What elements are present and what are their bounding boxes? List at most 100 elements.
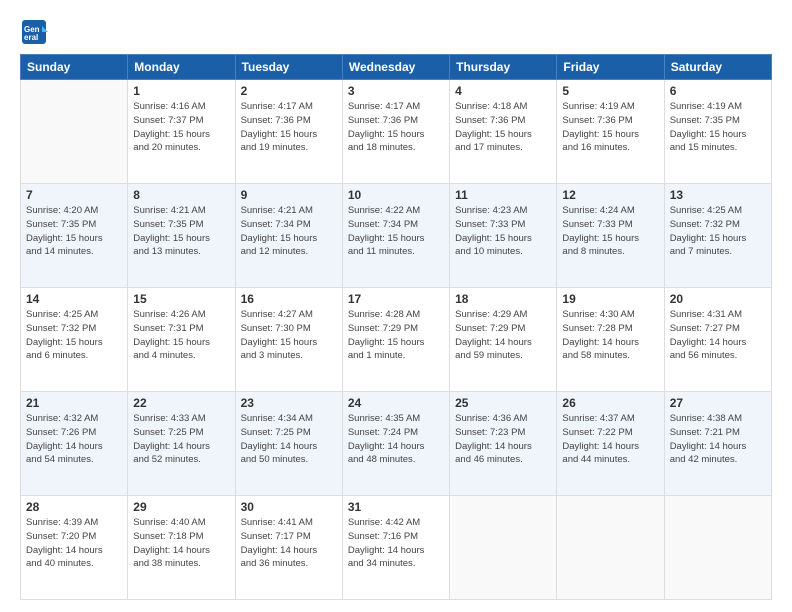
calendar-cell: 16 Sunrise: 4:27 AM Sunset: 7:30 PM Dayli… xyxy=(235,288,342,392)
day-detail: Sunrise: 4:19 AM Sunset: 7:36 PM Dayligh… xyxy=(562,100,658,155)
calendar-cell: 19 Sunrise: 4:30 AM Sunset: 7:28 PM Dayli… xyxy=(557,288,664,392)
calendar-cell: 27 Sunrise: 4:38 AM Sunset: 7:21 PM Dayli… xyxy=(664,392,771,496)
day-number: 23 xyxy=(241,396,337,410)
day-number: 19 xyxy=(562,292,658,306)
day-detail: Sunrise: 4:37 AM Sunset: 7:22 PM Dayligh… xyxy=(562,412,658,467)
day-detail: Sunrise: 4:32 AM Sunset: 7:26 PM Dayligh… xyxy=(26,412,122,467)
day-detail: Sunrise: 4:31 AM Sunset: 7:27 PM Dayligh… xyxy=(670,308,766,363)
calendar-cell: 3 Sunrise: 4:17 AM Sunset: 7:36 PM Daylig… xyxy=(342,80,449,184)
calendar-cell: 22Sunrise: 4:33 AM Sunset: 7:25 PM Dayli… xyxy=(128,392,235,496)
day-number: 27 xyxy=(670,396,766,410)
day-number: 8 xyxy=(133,188,229,202)
calendar-cell: 31 Sunrise: 4:42 AM Sunset: 7:16 PM Dayli… xyxy=(342,496,449,600)
calendar-cell: 14Sunrise: 4:25 AM Sunset: 7:32 PM Dayli… xyxy=(21,288,128,392)
day-detail: Sunrise: 4:25 AM Sunset: 7:32 PM Dayligh… xyxy=(670,204,766,259)
day-detail: Sunrise: 4:38 AM Sunset: 7:21 PM Dayligh… xyxy=(670,412,766,467)
day-detail: Sunrise: 4:41 AM Sunset: 7:17 PM Dayligh… xyxy=(241,516,337,571)
day-number: 29 xyxy=(133,500,229,514)
day-number: 31 xyxy=(348,500,444,514)
day-detail: Sunrise: 4:21 AM Sunset: 7:35 PM Dayligh… xyxy=(133,204,229,259)
calendar-cell: 20 Sunrise: 4:31 AM Sunset: 7:27 PM Dayli… xyxy=(664,288,771,392)
calendar-cell xyxy=(557,496,664,600)
calendar-cell: 30 Sunrise: 4:41 AM Sunset: 7:17 PM Dayli… xyxy=(235,496,342,600)
weekday-header-saturday: Saturday xyxy=(664,55,771,80)
calendar-week-row: 21 Sunrise: 4:32 AM Sunset: 7:26 PM Dayli… xyxy=(21,392,772,496)
day-detail: Sunrise: 4:26 AM Sunset: 7:31 PM Dayligh… xyxy=(133,308,229,363)
day-number: 24 xyxy=(348,396,444,410)
calendar-cell xyxy=(21,80,128,184)
day-detail: Sunrise: 4:30 AM Sunset: 7:28 PM Dayligh… xyxy=(562,308,658,363)
day-detail: Sunrise: 4:28 AM Sunset: 7:29 PM Dayligh… xyxy=(348,308,444,363)
day-number: 30 xyxy=(241,500,337,514)
day-detail: Sunrise: 4:23 AM Sunset: 7:33 PM Dayligh… xyxy=(455,204,551,259)
day-number: 15 xyxy=(133,292,229,306)
day-detail: Sunrise: 4:29 AM Sunset: 7:29 PM Dayligh… xyxy=(455,308,551,363)
calendar-week-row: 14Sunrise: 4:25 AM Sunset: 7:32 PM Dayli… xyxy=(21,288,772,392)
day-number: 25 xyxy=(455,396,551,410)
day-detail: Sunrise: 4:17 AM Sunset: 7:36 PM Dayligh… xyxy=(241,100,337,155)
day-number: 22 xyxy=(133,396,229,410)
day-number: 4 xyxy=(455,84,551,98)
calendar-table: SundayMondayTuesdayWednesdayThursdayFrid… xyxy=(20,54,772,600)
day-number: 18 xyxy=(455,292,551,306)
svg-text:eral: eral xyxy=(24,33,38,42)
calendar-cell: 9 Sunrise: 4:21 AM Sunset: 7:34 PM Daylig… xyxy=(235,184,342,288)
page: Gen eral SundayMondayTuesdayWednesdayThu… xyxy=(0,0,792,612)
day-number: 13 xyxy=(670,188,766,202)
day-number: 7 xyxy=(26,188,122,202)
logo: Gen eral xyxy=(20,18,52,46)
day-number: 6 xyxy=(670,84,766,98)
day-detail: Sunrise: 4:40 AM Sunset: 7:18 PM Dayligh… xyxy=(133,516,229,571)
calendar-cell xyxy=(450,496,557,600)
day-number: 28 xyxy=(26,500,122,514)
calendar-cell: 11 Sunrise: 4:23 AM Sunset: 7:33 PM Dayli… xyxy=(450,184,557,288)
calendar-cell xyxy=(664,496,771,600)
weekday-header-thursday: Thursday xyxy=(450,55,557,80)
day-detail: Sunrise: 4:22 AM Sunset: 7:34 PM Dayligh… xyxy=(348,204,444,259)
calendar-week-row: 7 Sunrise: 4:20 AM Sunset: 7:35 PM Daylig… xyxy=(21,184,772,288)
calendar-cell: 25Sunrise: 4:36 AM Sunset: 7:23 PM Dayli… xyxy=(450,392,557,496)
calendar-cell: 4Sunrise: 4:18 AM Sunset: 7:36 PM Daylig… xyxy=(450,80,557,184)
calendar-cell: 13 Sunrise: 4:25 AM Sunset: 7:32 PM Dayli… xyxy=(664,184,771,288)
calendar-cell: 2 Sunrise: 4:17 AM Sunset: 7:36 PM Daylig… xyxy=(235,80,342,184)
calendar-cell: 21 Sunrise: 4:32 AM Sunset: 7:26 PM Dayli… xyxy=(21,392,128,496)
day-number: 5 xyxy=(562,84,658,98)
weekday-header-row: SundayMondayTuesdayWednesdayThursdayFrid… xyxy=(21,55,772,80)
header: Gen eral xyxy=(20,18,772,46)
day-number: 21 xyxy=(26,396,122,410)
calendar-cell: 1Sunrise: 4:16 AM Sunset: 7:37 PM Daylig… xyxy=(128,80,235,184)
calendar-cell: 12 Sunrise: 4:24 AM Sunset: 7:33 PM Dayli… xyxy=(557,184,664,288)
calendar-cell: 23Sunrise: 4:34 AM Sunset: 7:25 PM Dayli… xyxy=(235,392,342,496)
day-detail: Sunrise: 4:24 AM Sunset: 7:33 PM Dayligh… xyxy=(562,204,658,259)
calendar-cell: 26Sunrise: 4:37 AM Sunset: 7:22 PM Dayli… xyxy=(557,392,664,496)
day-number: 17 xyxy=(348,292,444,306)
calendar-cell: 6Sunrise: 4:19 AM Sunset: 7:35 PM Daylig… xyxy=(664,80,771,184)
day-number: 9 xyxy=(241,188,337,202)
calendar-cell: 15 Sunrise: 4:26 AM Sunset: 7:31 PM Dayli… xyxy=(128,288,235,392)
day-detail: Sunrise: 4:27 AM Sunset: 7:30 PM Dayligh… xyxy=(241,308,337,363)
day-number: 20 xyxy=(670,292,766,306)
calendar-week-row: 1Sunrise: 4:16 AM Sunset: 7:37 PM Daylig… xyxy=(21,80,772,184)
calendar-week-row: 28 Sunrise: 4:39 AM Sunset: 7:20 PM Dayli… xyxy=(21,496,772,600)
calendar-cell: 17 Sunrise: 4:28 AM Sunset: 7:29 PM Dayli… xyxy=(342,288,449,392)
day-detail: Sunrise: 4:39 AM Sunset: 7:20 PM Dayligh… xyxy=(26,516,122,571)
day-detail: Sunrise: 4:21 AM Sunset: 7:34 PM Dayligh… xyxy=(241,204,337,259)
day-detail: Sunrise: 4:20 AM Sunset: 7:35 PM Dayligh… xyxy=(26,204,122,259)
day-number: 2 xyxy=(241,84,337,98)
day-detail: Sunrise: 4:42 AM Sunset: 7:16 PM Dayligh… xyxy=(348,516,444,571)
calendar-cell: 5 Sunrise: 4:19 AM Sunset: 7:36 PM Daylig… xyxy=(557,80,664,184)
day-number: 12 xyxy=(562,188,658,202)
day-detail: Sunrise: 4:35 AM Sunset: 7:24 PM Dayligh… xyxy=(348,412,444,467)
weekday-header-wednesday: Wednesday xyxy=(342,55,449,80)
day-number: 11 xyxy=(455,188,551,202)
logo-icon: Gen eral xyxy=(20,18,48,46)
day-detail: Sunrise: 4:17 AM Sunset: 7:36 PM Dayligh… xyxy=(348,100,444,155)
calendar-cell: 10 Sunrise: 4:22 AM Sunset: 7:34 PM Dayli… xyxy=(342,184,449,288)
day-number: 10 xyxy=(348,188,444,202)
day-number: 16 xyxy=(241,292,337,306)
day-detail: Sunrise: 4:25 AM Sunset: 7:32 PM Dayligh… xyxy=(26,308,122,363)
calendar-cell: 29 Sunrise: 4:40 AM Sunset: 7:18 PM Dayli… xyxy=(128,496,235,600)
calendar-cell: 18 Sunrise: 4:29 AM Sunset: 7:29 PM Dayli… xyxy=(450,288,557,392)
day-number: 3 xyxy=(348,84,444,98)
weekday-header-tuesday: Tuesday xyxy=(235,55,342,80)
